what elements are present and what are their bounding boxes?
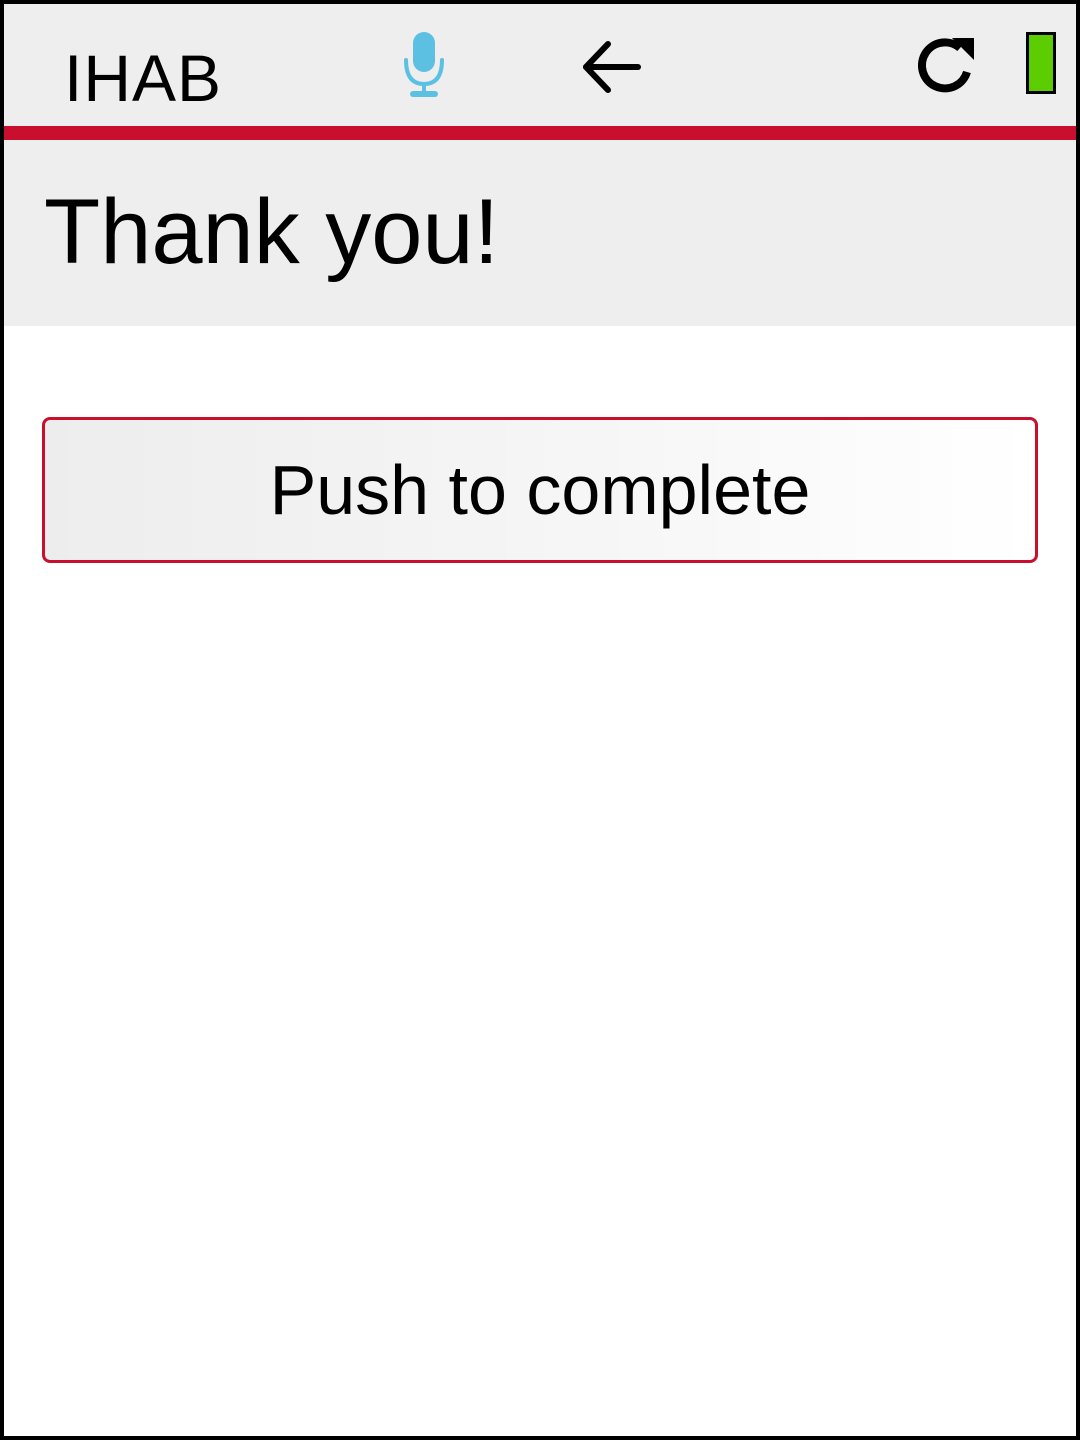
complete-button-label: Push to complete bbox=[269, 451, 811, 529]
app-screen: IHAB Thank you! Push to complete bbox=[0, 0, 1080, 1440]
push-to-complete-button[interactable]: Push to complete bbox=[42, 417, 1038, 563]
back-arrow-icon[interactable] bbox=[578, 34, 642, 98]
battery-icon bbox=[1026, 32, 1056, 94]
refresh-icon[interactable] bbox=[912, 32, 980, 100]
header-panel: Thank you! bbox=[4, 140, 1076, 326]
app-title: IHAB bbox=[64, 41, 223, 115]
top-bar: IHAB bbox=[4, 4, 1076, 126]
accent-divider bbox=[4, 126, 1076, 140]
microphone-icon bbox=[400, 30, 448, 100]
page-title: Thank you! bbox=[44, 181, 500, 283]
battery-level bbox=[1029, 35, 1053, 91]
